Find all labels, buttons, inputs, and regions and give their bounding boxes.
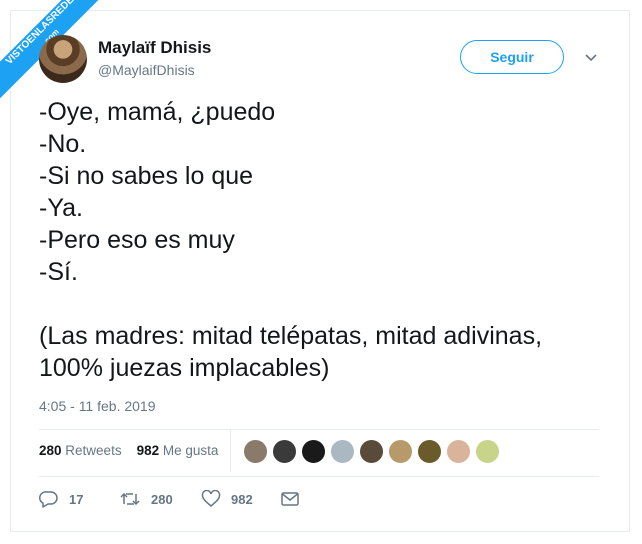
like-count: 982 (231, 491, 253, 507)
tweet-line: -Sí. (39, 258, 78, 286)
tweet-timestamp[interactable]: 4:05 - 11 feb. 2019 (39, 398, 156, 414)
author-name[interactable]: Maylaïf Dhisis (98, 38, 211, 58)
liker-avatar[interactable] (417, 439, 442, 464)
engagement-stats[interactable]: 280 Retweets 982 Me gusta (39, 443, 218, 458)
heart-icon (201, 490, 221, 507)
divider-top (39, 429, 599, 430)
liker-avatar[interactable] (388, 439, 413, 464)
tweet-line: 100% juezas implacables) (39, 354, 330, 382)
retweet-button[interactable]: 280 (119, 488, 173, 510)
liker-avatar[interactable] (446, 439, 471, 464)
tweet-line: -Pero eso es muy (39, 226, 235, 254)
tweet-text: -Oye, mamá, ¿puedo -No. -Si no sabes lo … (39, 96, 619, 384)
author-handle[interactable]: @MaylaifDhisis (98, 62, 195, 78)
retweets-count: 280 (39, 443, 62, 458)
reply-button[interactable]: 17 (39, 488, 83, 510)
tweet-line: -No. (39, 130, 87, 158)
likes-label: Me gusta (162, 443, 219, 458)
tweet-line: -Oye, mamá, ¿puedo (39, 98, 276, 126)
liker-avatar[interactable] (475, 439, 500, 464)
tweet-line: (Las madres: mitad telépatas, mitad adiv… (39, 322, 543, 350)
tweet-line: -Ya. (39, 194, 83, 222)
stats-separator (230, 430, 231, 472)
liker-avatar[interactable] (272, 439, 297, 464)
liker-avatar[interactable] (359, 439, 384, 464)
chevron-down-icon[interactable] (584, 50, 598, 64)
message-button[interactable] (281, 488, 309, 510)
tweet-line: -Si no sabes lo que (39, 162, 254, 190)
like-button[interactable]: 982 (201, 488, 253, 510)
liker-avatar[interactable] (301, 439, 326, 464)
retweet-icon (120, 492, 140, 506)
follow-button[interactable]: Seguir (460, 40, 564, 74)
retweets-label: Retweets (65, 443, 122, 458)
divider-bottom (39, 476, 599, 477)
tweet-actions: 17 280 982 (39, 488, 339, 510)
liker-avatar[interactable] (330, 439, 355, 464)
reply-count: 17 (69, 491, 84, 507)
retweet-count: 280 (151, 491, 173, 507)
envelope-icon (281, 492, 299, 506)
reply-icon (39, 491, 58, 508)
likes-count: 982 (136, 443, 160, 458)
liker-avatar[interactable] (243, 439, 268, 464)
author-avatar[interactable] (39, 35, 87, 83)
